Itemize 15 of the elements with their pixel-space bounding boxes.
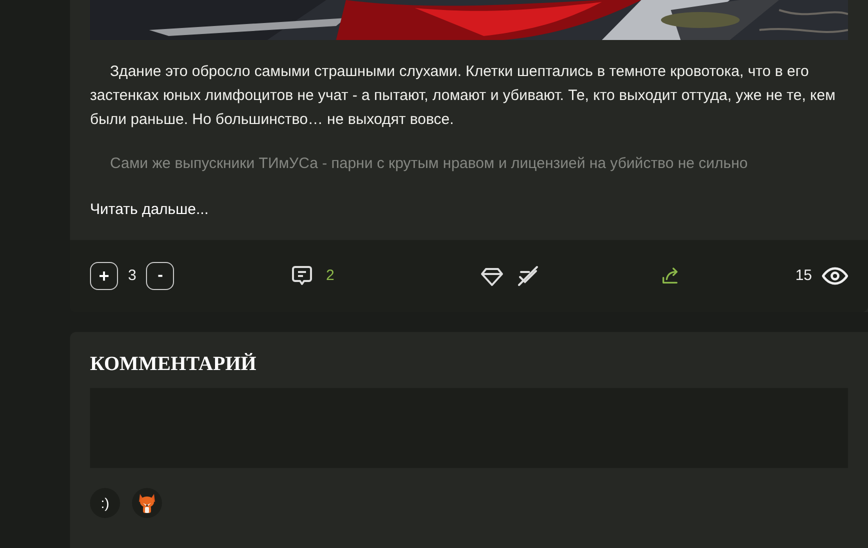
post-paragraph: Сами же выпускники ТИмУСа - парни с крутым нравом и лицензией на убийство не сильно [109,154,749,174]
rating-count: 3 [128,266,136,286]
view-count: 15 [795,266,812,286]
crossed-check-icon[interactable] [516,264,540,288]
comment-icon[interactable] [290,264,314,288]
read-more-link[interactable]: Читать дальше... [90,201,208,218]
upvote-button[interactable]: + [90,262,118,290]
comment-count: 2 [326,266,334,286]
comment-heading: КОММЕНТАРИЙ [90,352,258,376]
sticker-button[interactable] [132,488,162,518]
downvote-button[interactable]: - [146,262,174,290]
fox-sticker-icon [136,492,158,514]
post-paragraph: Здание это обросло самыми страшными слухами. Клетки шептались в темноте кровотока, что в его застенках юных лимфоцитов не учат - а пытают, ломают и убивают. Те, кто выходит оттуда, уже не те, кем были раньше. Но большинство… не выходят вовсе. [90,62,836,130]
emoji-button[interactable]: :) [90,488,120,518]
share-icon[interactable] [660,266,680,286]
